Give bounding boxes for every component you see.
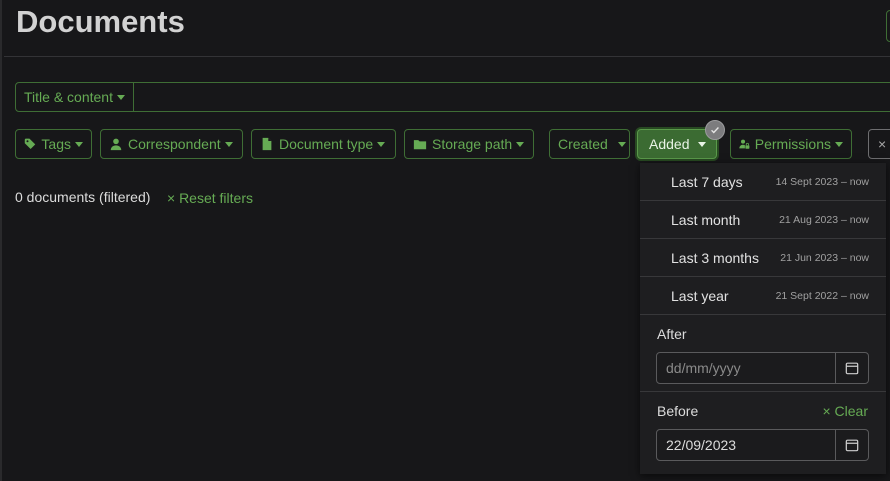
page-title: Documents (16, 4, 185, 39)
added-date-dropdown-menu: Last 7 days 14 Sept 2023 – now Last mont… (640, 163, 886, 474)
created-filter-label: Created (558, 136, 608, 152)
chevron-down-icon (75, 141, 83, 147)
quick-range-dates: 21 Aug 2023 – now (779, 213, 869, 226)
document-type-filter-button[interactable]: Document type (251, 129, 396, 159)
permissions-filter-label: Permissions (754, 136, 831, 152)
reset-filters-link[interactable]: × Reset filters (167, 190, 253, 206)
document-count: 0 documents (filtered) (15, 189, 151, 205)
quick-range-item[interactable]: Last month 21 Aug 2023 – now (640, 201, 886, 239)
chevron-down-icon (377, 141, 386, 147)
tags-filter-button[interactable]: Tags (15, 129, 92, 159)
after-date-field (656, 352, 869, 384)
quick-range-item[interactable]: Last 3 months 21 Jun 2023 – now (640, 239, 886, 277)
after-calendar-button[interactable] (835, 353, 868, 383)
before-date-input[interactable] (657, 430, 835, 460)
file-icon (262, 137, 272, 151)
active-filter-check-badge (705, 120, 725, 140)
before-label: Before (657, 403, 699, 419)
quick-range-dates: 21 Sept 2022 – now (775, 289, 869, 302)
close-icon: × (878, 136, 887, 152)
chevron-down-icon (224, 141, 233, 147)
quick-range-dates: 14 Sept 2023 – now (775, 175, 869, 188)
chevron-down-icon (116, 94, 125, 100)
folder-icon (413, 140, 427, 150)
after-label: After (657, 326, 687, 342)
quick-range-item[interactable]: Last 7 days 14 Sept 2023 – now (640, 163, 886, 201)
quick-range-label: Last 3 months (671, 249, 759, 266)
calendar-icon (845, 439, 859, 452)
text-filter-input[interactable] (133, 82, 890, 112)
quick-range-item[interactable]: Last year 21 Sept 2022 – now (640, 277, 886, 315)
permissions-filter-button[interactable]: Permissions (730, 129, 852, 159)
before-date-field (656, 429, 869, 461)
text-filter-group: Title & content (15, 82, 890, 112)
chevron-down-icon (516, 141, 525, 147)
after-date-input[interactable] (657, 353, 835, 383)
document-type-filter-label: Document type (279, 136, 374, 152)
person-icon (110, 138, 122, 151)
chevron-down-icon (698, 141, 707, 147)
added-filter-label: Added (649, 136, 690, 152)
calendar-icon (845, 362, 859, 375)
clear-all-filters-button[interactable]: × (868, 129, 890, 159)
correspondent-filter-button[interactable]: Correspondent (100, 129, 243, 159)
text-filter-mode-dropdown[interactable]: Title & content (15, 82, 134, 112)
check-icon (711, 127, 719, 134)
added-filter-button[interactable]: Added (637, 120, 725, 159)
clear-before-link[interactable]: × Clear (822, 403, 868, 419)
menu-divider (640, 391, 886, 392)
correspondent-filter-label: Correspondent (128, 136, 221, 152)
user-lock-icon (739, 139, 750, 149)
before-calendar-button[interactable] (835, 430, 868, 460)
header-divider (4, 56, 890, 57)
storage-path-filter-label: Storage path (432, 136, 513, 152)
header-action-button-edge[interactable] (886, 10, 890, 42)
quick-range-label: Last month (671, 211, 741, 228)
quick-range-label: Last 7 days (671, 173, 743, 190)
created-filter-button[interactable]: Created (549, 129, 630, 159)
tags-filter-label: Tags (41, 136, 71, 152)
chevron-down-icon (617, 141, 626, 147)
left-rail (0, 0, 2, 481)
quick-range-dates: 21 Jun 2023 – now (780, 251, 869, 264)
quick-range-label: Last year (671, 287, 729, 304)
tag-icon (24, 138, 36, 150)
text-filter-mode-label: Title & content (24, 89, 113, 105)
storage-path-filter-button[interactable]: Storage path (404, 129, 534, 159)
chevron-down-icon (835, 141, 843, 147)
